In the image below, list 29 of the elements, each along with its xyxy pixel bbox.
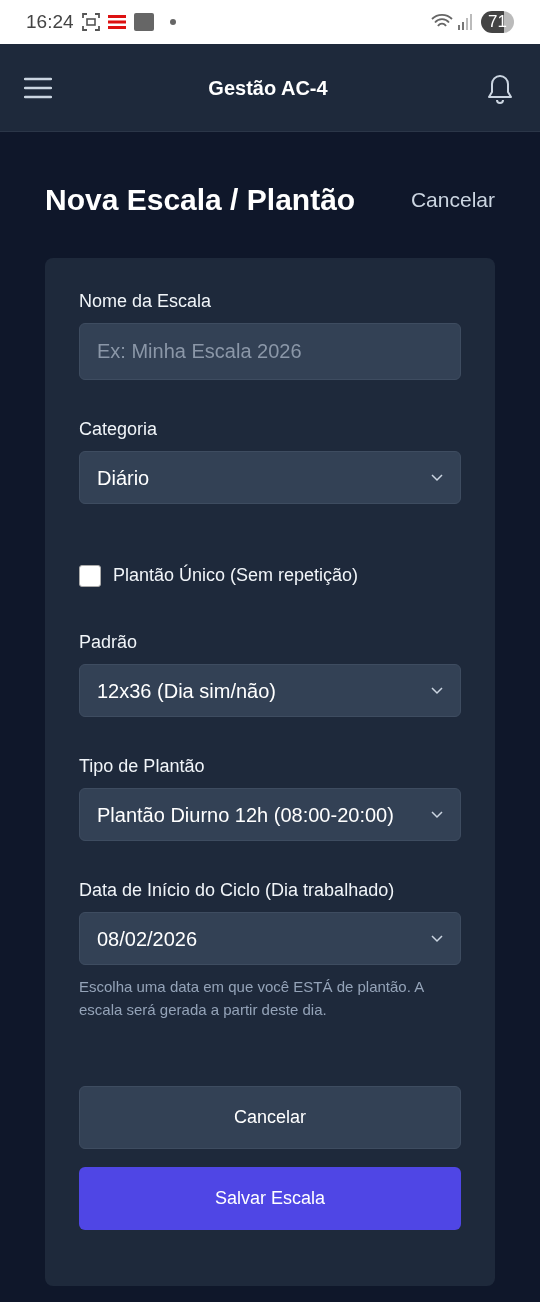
select-field[interactable]: 08/02/2026 [79, 912, 461, 965]
menu-icon[interactable] [24, 75, 52, 100]
chevron-down-icon [431, 810, 443, 819]
app-icon [133, 13, 154, 31]
field-label: Nome da Escala [79, 290, 213, 313]
chevron-down-icon [431, 934, 443, 943]
help-text: Escolha uma data em que você ESTÁ de plantão. A escala será gerada a partir deste dia. [79, 977, 425, 1021]
input-field[interactable]: Ex: Minha Escala 2026 [79, 323, 461, 380]
checkbox-label: Plantão Único (Sem repetição) [113, 563, 359, 587]
select-field[interactable]: Plantão Diurno 12h (08:00-20:00) [79, 788, 461, 841]
chevron-down-icon [431, 686, 443, 695]
dot-icon [169, 19, 176, 25]
chevron-down-icon [431, 473, 443, 482]
field-label: Tipo de Plantão [79, 755, 206, 778]
save-button[interactable]: Salvar Escala [79, 1166, 461, 1230]
field-label: Padrão [79, 631, 139, 654]
field-label: Data de Início do Ciclo (Dia trabalhado) [79, 879, 396, 902]
screenshot-icon [81, 13, 100, 31]
field-label: Categoria [79, 418, 159, 441]
page-title: Nova Escala / Plantão [45, 182, 356, 218]
status-time: 16:24 [26, 9, 74, 34]
cancel-button[interactable]: Cancelar [79, 1085, 461, 1149]
app-title: Gestão AC-4 [208, 75, 328, 101]
signal-icon [457, 14, 474, 30]
app-icon [107, 15, 126, 29]
select-field[interactable]: Diário [79, 451, 461, 504]
checkbox[interactable] [79, 564, 101, 587]
cancel-link[interactable]: Cancelar [410, 184, 495, 216]
select-field[interactable]: 12x36 (Dia sim/não) [79, 664, 461, 717]
